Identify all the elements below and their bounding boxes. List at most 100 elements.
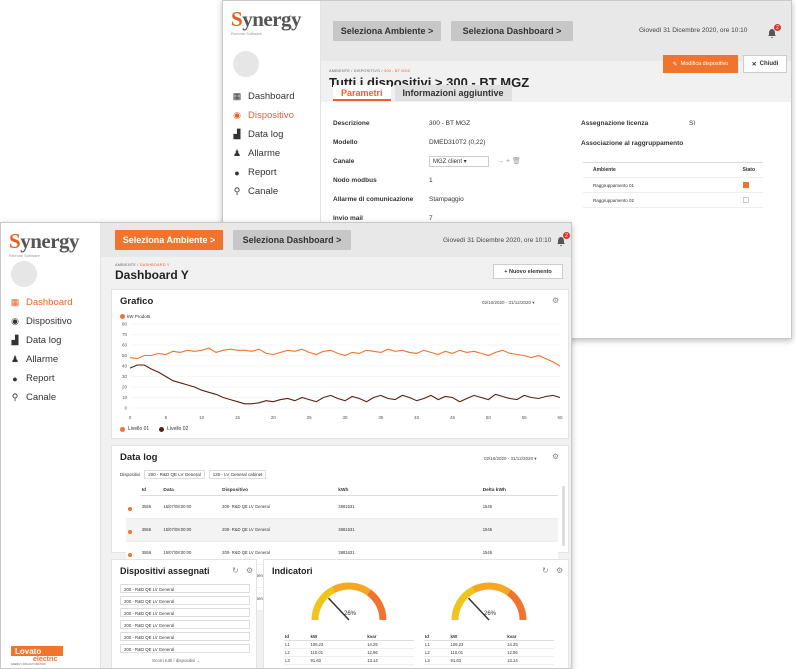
param-value: Stampaggio [429,196,464,203]
group-checkbox[interactable] [743,182,749,188]
table-cell: 91.63 [309,656,367,665]
avatar[interactable] [11,261,37,287]
series-line-livello-02 [129,364,561,405]
select-dashboard-button[interactable]: Seleziona Dashboard > [233,230,351,250]
column-header[interactable]: kWh [336,486,481,496]
close-button[interactable]: ✕ Chiudi [743,55,787,73]
select-environment-button[interactable]: Seleziona Ambiente > [333,21,441,41]
page-title: Dashboard Y [115,268,189,282]
table-cell: 12.56 [366,648,414,657]
notification-bell-icon[interactable]: 2 [767,24,781,39]
group-name: Raggruppamento 01 [593,182,635,188]
gear-icon[interactable]: ⚙ [552,296,559,305]
datalog-title: Data log [120,452,158,463]
tab-parameters[interactable]: Parametri [333,85,391,101]
sidebar-item-canale[interactable]: ⚲ Canale [1,388,100,407]
table-cell: 110.01 [449,648,507,657]
assigned-title: Dispositivi assegnati [120,566,210,576]
gauge-widget: 26% Id kW kvar L1 106.23 14.25 L2 110.01 12.56 L3 9… [424,576,554,665]
table-row[interactable]: 355615/07/08:00:00200- R&D QE LV General… [126,518,558,542]
assigned-device-item[interactable]: 200 - R&D QE LV General [120,620,250,629]
x-tick-label: 20 [271,415,277,420]
synergy-logo: Synergy [9,229,80,253]
sidebar-item-label: Dispositivo [248,110,294,121]
table-header-row: Id kW kvar [424,633,554,641]
sidebar-item-data-log[interactable]: ▟ Data log [1,331,100,350]
column-header[interactable]: Id [139,486,162,496]
sidebar-item-report[interactable]: ● Report [223,163,320,182]
gear-icon[interactable]: ⚙ [556,566,563,575]
gear-icon[interactable]: ⚙ [246,566,253,575]
sidebar-item-allarme[interactable]: ♟ Allarme [1,350,100,369]
param-label: Allarme di comunicazione [333,196,414,203]
sidebar-nav: ▦ Dashboard ◉ Dispositivo ▟ Data log ♟ Allarme ●… [1,293,100,407]
edit-device-button[interactable]: ✎ Modifica dispositivo [663,55,738,73]
notification-bell-icon[interactable]: 2 [556,232,570,247]
sidebar-item-dashboard[interactable]: ▦ Dashboard [223,87,320,106]
table-cell: L1 [284,640,310,649]
avatar[interactable] [233,51,259,77]
sidebar-item-report[interactable]: ● Report [1,369,100,388]
column-header[interactable]: Dispositivo [220,486,337,496]
sidebar-item-dispositivo[interactable]: ◉ Dispositivo [1,312,100,331]
table-cell: 91.63 [449,656,507,665]
legend-dot-icon [120,314,125,319]
assigned-device-item[interactable]: 200 - R&D QE LV General [120,596,250,605]
y-tick-label: 0 [124,406,127,411]
select-dashboard-button[interactable]: Seleziona Dashboard > [451,21,573,41]
channel-select[interactable]: MGZ client ▾ [429,156,489,167]
table-cell: 1545 [480,518,558,542]
sidebar-item-label: Report [26,373,55,384]
report-icon: ● [234,167,240,178]
edit-device-label: Modifica dispositivo [680,61,729,67]
device-chip[interactable]: 200 - R&D QE LV General [144,470,205,479]
new-element-button[interactable]: + Nuovo elemento [493,264,563,279]
datalog-panel: Data log 02/10/2020 - 31/12/2020 ▾ ⚙ Dis… [111,445,569,611]
sidebar-item-dispositivo[interactable]: ◉ Dispositivo [223,106,320,125]
sidebar-item-canale[interactable]: ⚲ Canale [223,182,320,201]
close-label: Chiudi [759,61,779,67]
datalog-filter: Dispositivi 200 - R&D QE LV General 120 … [120,470,267,479]
assigned-device-item[interactable]: 200 - R&D QE LV General [120,632,250,641]
lovato-tagline: ENERGY AND AUTOMATION [11,663,46,666]
channel-actions-icon[interactable]: → + 🗑 [497,157,521,165]
device-chip[interactable]: 120 - LV General cabinet [208,470,267,479]
y-tick-label: 80 [122,322,128,327]
close-icon: ✕ [751,61,757,68]
column-header[interactable]: Delta kWh [480,486,558,496]
gear-icon[interactable]: ⚙ [552,452,559,461]
table-cell: 3556 [139,495,162,519]
assigned-device-item[interactable]: 200 - R&D QE LV General [120,644,250,653]
group-head-state: Stato [742,167,756,173]
table-cell: L1 [424,640,450,649]
scroll-all-label: Scorri tutti i dispositivi [152,658,196,663]
select-environment-button[interactable]: Seleziona Ambiente > [115,230,223,250]
assigned-device-item[interactable]: 200 - R&D QE LV General [120,608,250,617]
scroll-all-devices-link[interactable]: Scorri tutti i dispositivi ⌄ [152,658,200,664]
content-area: AMBIENTE / DASHBOARD Y Dashboard Y + Nuo… [101,257,571,668]
table-row[interactable]: 355615/07/08:00:00200- R&D QE LV General… [126,495,558,519]
group-checkbox[interactable] [743,197,749,203]
sidebar-item-dashboard[interactable]: ▦ Dashboard [1,293,100,312]
datalog-date-range[interactable]: 02/10/2020 - 31/12/2020 ▾ [484,456,537,462]
legend-series-2: Livello 02 [167,426,189,432]
table-cell: 3881631 [336,518,481,542]
chart-date-range[interactable]: 02/10/2020 - 31/12/2020 ▾ [482,300,535,306]
scrollbar[interactable] [562,486,565,546]
param-value: 7 [429,215,433,222]
x-tick-label: 50 [486,415,492,420]
refresh-icon[interactable]: ↻ [232,566,239,575]
sidebar-item-data-log[interactable]: ▟ Data log [223,125,320,144]
refresh-icon[interactable]: ↻ [542,566,549,575]
tab-additional-info[interactable]: Informazioni aggiuntive [394,85,512,101]
group-name: Raggruppamento 02 [593,197,635,203]
channel-icon: ⚲ [233,186,241,196]
synergy-logo: Synergy [231,7,302,31]
column-header[interactable]: Data [161,486,221,496]
assigned-device-item[interactable]: 200 - R&D QE LV General [120,584,250,593]
sidebar-item-allarme[interactable]: ♟ Allarme [223,144,320,163]
x-tick-label: 60 [557,415,563,420]
series-line-livello-01 [129,347,561,367]
group-head-env: Ambiente [593,167,616,173]
table-cell: 3556 [139,518,162,542]
